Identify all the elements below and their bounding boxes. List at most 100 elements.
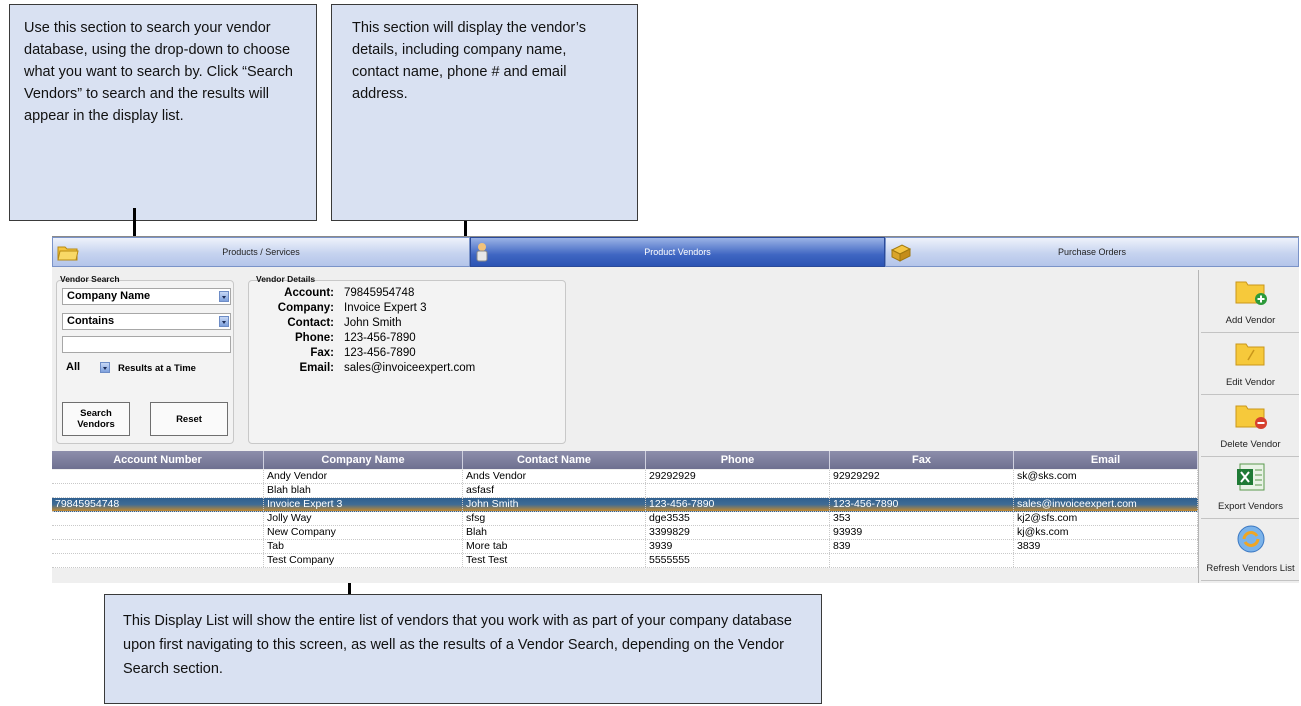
col-email[interactable]: Email bbox=[1014, 451, 1198, 469]
cell-email: kj2@sfs.com bbox=[1014, 512, 1198, 525]
refresh-icon bbox=[1237, 525, 1265, 553]
cell-fax: 92929292 bbox=[830, 470, 1014, 483]
cell-account bbox=[52, 512, 264, 525]
cell-account: 79845954748 bbox=[52, 498, 264, 511]
orders-icon bbox=[890, 244, 912, 262]
cell-company: Tab bbox=[264, 540, 463, 553]
edit-folder-icon bbox=[1235, 343, 1265, 366]
detail-company-value: Invoice Expert 3 bbox=[344, 302, 427, 314]
search-match-select[interactable]: Contains bbox=[62, 313, 231, 330]
excel-export-icon bbox=[1237, 463, 1265, 491]
tab-purchase-orders[interactable]: Purchase Orders bbox=[885, 237, 1299, 267]
detail-account-value: 79845954748 bbox=[344, 287, 415, 299]
list-help-callout: This Display List will show the entire l… bbox=[104, 594, 822, 704]
detail-company: Company: Invoice Expert 3 bbox=[252, 302, 552, 317]
tab-products-services[interactable]: Products / Services bbox=[52, 237, 470, 267]
results-count-select[interactable]: All bbox=[62, 360, 110, 377]
cell-contact: John Smith bbox=[463, 498, 646, 511]
details-help-text: This section will display the vendor’s d… bbox=[352, 20, 586, 102]
tab-product-vendors[interactable]: Product Vendors bbox=[470, 237, 885, 267]
cell-account bbox=[52, 526, 264, 539]
col-account-number[interactable]: Account Number bbox=[52, 451, 264, 469]
detail-account: Account: 79845954748 bbox=[252, 287, 552, 302]
cell-company: Blah blah bbox=[264, 484, 463, 497]
cell-fax bbox=[830, 484, 1014, 497]
search-help-callout: Use this section to search your vendor d… bbox=[9, 4, 317, 221]
edit-vendor-button[interactable]: Edit Vendor bbox=[1201, 332, 1299, 395]
col-contact-name[interactable]: Contact Name bbox=[463, 451, 646, 469]
add-folder-icon bbox=[1235, 281, 1267, 305]
cell-account bbox=[52, 554, 264, 567]
table-row[interactable]: Blah blah asfasf bbox=[52, 484, 1198, 498]
table-row[interactable]: Andy Vendor Ands Vendor 29292929 9292929… bbox=[52, 470, 1198, 484]
delete-vendor-button[interactable]: Delete Vendor bbox=[1201, 394, 1299, 457]
refresh-vendors-list-button[interactable]: Refresh Vendors List bbox=[1201, 518, 1299, 581]
export-vendors-button[interactable]: Export Vendors bbox=[1201, 456, 1299, 519]
col-company-name[interactable]: Company Name bbox=[264, 451, 463, 469]
detail-fax-label: Fax: bbox=[310, 347, 334, 359]
detail-phone: Phone: 123-456-7890 bbox=[252, 332, 552, 347]
edit-vendor-label: Edit Vendor bbox=[1225, 377, 1276, 388]
cell-account bbox=[52, 470, 264, 483]
results-count-value: All bbox=[66, 361, 81, 373]
search-vendors-button[interactable]: Search Vendors bbox=[62, 402, 130, 436]
cell-company: New Company bbox=[264, 526, 463, 539]
col-fax[interactable]: Fax bbox=[830, 451, 1014, 469]
search-field-select[interactable]: Company Name bbox=[62, 288, 231, 305]
reset-button[interactable]: Reset bbox=[150, 402, 228, 436]
cell-email bbox=[1014, 484, 1198, 497]
detail-email-value: sales@invoiceexpert.com bbox=[344, 362, 476, 374]
cell-company: Jolly Way bbox=[264, 512, 463, 525]
cell-company: Invoice Expert 3 bbox=[264, 498, 463, 511]
table-row[interactable]: Test Company Test Test 5555555 bbox=[52, 554, 1198, 568]
table-row[interactable]: Tab More tab 3939 839 3839 bbox=[52, 540, 1198, 554]
cell-account bbox=[52, 484, 264, 497]
cell-phone bbox=[646, 484, 830, 497]
cell-contact: Blah bbox=[463, 526, 646, 539]
detail-account-label: Account: bbox=[284, 287, 334, 299]
cell-email: 3839 bbox=[1014, 540, 1198, 553]
results-at-a-time-label: Results at a Time bbox=[118, 363, 196, 374]
detail-fax-value: 123-456-7890 bbox=[344, 347, 416, 359]
cell-phone: dge3535 bbox=[646, 512, 830, 525]
chevron-down-icon[interactable] bbox=[219, 316, 229, 327]
cell-phone: 3399829 bbox=[646, 526, 830, 539]
chevron-down-icon[interactable] bbox=[100, 362, 110, 373]
add-vendor-label: Add Vendor bbox=[1225, 315, 1276, 326]
tab-purchase-orders-label: Purchase Orders bbox=[1057, 247, 1127, 257]
cell-email bbox=[1014, 554, 1198, 567]
tab-products-services-label: Products / Services bbox=[222, 247, 300, 257]
refresh-vendors-list-label: Refresh Vendors List bbox=[1206, 563, 1295, 574]
export-vendors-label: Export Vendors bbox=[1218, 501, 1283, 512]
search-query-input[interactable] bbox=[62, 336, 231, 353]
cell-contact: sfsg bbox=[463, 512, 646, 525]
table-row[interactable]: New Company Blah 3399829 93939 kj@ks.com bbox=[52, 526, 1198, 540]
cell-company: Test Company bbox=[264, 554, 463, 567]
cell-phone: 123-456-7890 bbox=[646, 498, 830, 511]
col-phone[interactable]: Phone bbox=[646, 451, 830, 469]
cell-fax bbox=[830, 554, 1014, 567]
table-row[interactable]: Jolly Way sfsg dge3535 353 kj2@sfs.com bbox=[52, 512, 1198, 526]
reset-label: Reset bbox=[176, 413, 202, 425]
chevron-down-icon[interactable] bbox=[219, 291, 229, 302]
vendor-details-title: Vendor Details bbox=[256, 274, 316, 284]
vendor-person-icon bbox=[476, 243, 488, 262]
cell-fax: 123-456-7890 bbox=[830, 498, 1014, 511]
vendors-window: Products / Services Product Vendors Purc… bbox=[52, 236, 1299, 583]
cell-phone: 5555555 bbox=[646, 554, 830, 567]
grid-header: Account Number Company Name Contact Name… bbox=[52, 451, 1198, 469]
detail-contact-value: John Smith bbox=[344, 317, 402, 329]
detail-fax: Fax: 123-456-7890 bbox=[252, 347, 552, 362]
delete-vendor-label: Delete Vendor bbox=[1220, 439, 1281, 450]
cell-company: Andy Vendor bbox=[264, 470, 463, 483]
list-help-text: This Display List will show the entire l… bbox=[123, 613, 792, 677]
delete-folder-icon bbox=[1235, 405, 1267, 429]
search-field-value: Company Name bbox=[67, 290, 151, 302]
vendor-actions-sidebar: Add Vendor Edit Vendor Delete Vendor Exp… bbox=[1198, 270, 1299, 583]
table-row-selected[interactable]: 79845954748 Invoice Expert 3 John Smith … bbox=[52, 498, 1198, 512]
search-match-value: Contains bbox=[67, 315, 115, 327]
cell-email: kj@ks.com bbox=[1014, 526, 1198, 539]
add-vendor-button[interactable]: Add Vendor bbox=[1201, 270, 1299, 333]
module-tabs: Products / Services Product Vendors Purc… bbox=[52, 237, 1299, 267]
detail-contact-label: Contact: bbox=[287, 317, 334, 329]
